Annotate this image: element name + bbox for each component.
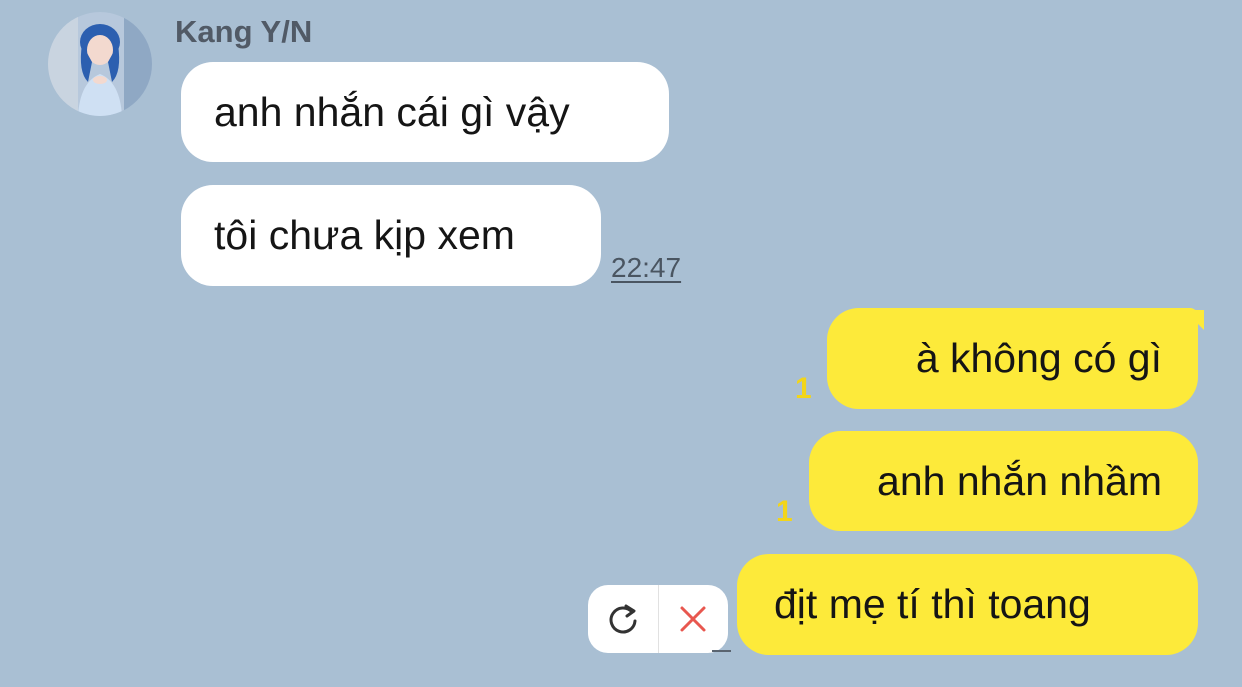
sender-avatar[interactable] bbox=[48, 12, 152, 116]
bubble-tail bbox=[1184, 310, 1204, 330]
refresh-icon bbox=[609, 604, 637, 634]
incoming-message[interactable]: anh nhắn cái gì vậy bbox=[181, 62, 669, 162]
close-icon bbox=[680, 606, 706, 632]
divider bbox=[712, 650, 731, 652]
message-text: tôi chưa kịp xem bbox=[214, 212, 515, 258]
sender-name: Kang Y/N bbox=[175, 14, 313, 49]
unread-count: 1 bbox=[776, 495, 793, 528]
message-text: địt mẹ tí thì toang bbox=[774, 581, 1091, 627]
outgoing-message[interactable]: địt mẹ tí thì toang bbox=[737, 554, 1198, 655]
retry-button[interactable] bbox=[588, 585, 658, 653]
avatar-image bbox=[48, 12, 152, 116]
outgoing-message[interactable]: anh nhắn nhầm bbox=[809, 431, 1198, 531]
delete-button[interactable] bbox=[659, 585, 729, 653]
unread-count: 1 bbox=[795, 372, 812, 405]
message-text: anh nhắn nhầm bbox=[877, 458, 1162, 504]
message-text: anh nhắn cái gì vậy bbox=[214, 89, 570, 135]
outgoing-message[interactable]: à không có gì bbox=[827, 308, 1198, 409]
failed-message-actions bbox=[588, 585, 728, 653]
message-timestamp: 22:47 bbox=[611, 252, 682, 283]
message-text: à không có gì bbox=[915, 335, 1162, 381]
incoming-message[interactable]: tôi chưa kịp xem bbox=[181, 185, 601, 286]
